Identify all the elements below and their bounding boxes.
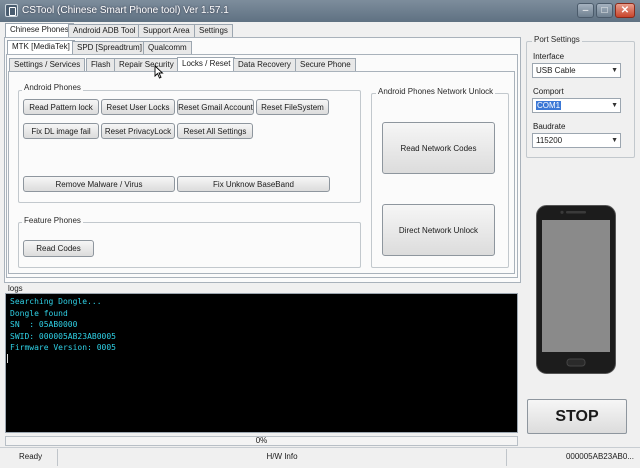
reset-user-locks-button[interactable]: Reset User Locks — [101, 99, 175, 115]
reset-privacylock-button[interactable]: Reset PrivacyLock — [101, 123, 175, 139]
comport-select[interactable]: COM1 ▼ — [532, 98, 621, 113]
mouse-cursor-icon — [154, 65, 164, 79]
interface-label: Interface — [533, 52, 565, 61]
tab-data-recovery[interactable]: Data Recovery — [233, 58, 296, 72]
chevron-down-icon: ▼ — [611, 137, 618, 144]
log-line: Searching Dongle... — [10, 297, 102, 306]
progress-bar: 0% — [5, 436, 518, 446]
read-pattern-lock-button[interactable]: Read Pattern lock — [23, 99, 99, 115]
progress-text: 0% — [255, 436, 268, 445]
log-line: SWID: 000005AB23AB0005 — [10, 331, 116, 341]
chevron-down-icon: ▼ — [611, 67, 618, 74]
logs-output[interactable]: Searching Dongle... Dongle found SN : 05… — [6, 294, 517, 432]
stop-button[interactable]: STOP — [527, 399, 627, 434]
tab-spd[interactable]: SPD [Spreadtrum] — [72, 41, 147, 55]
remove-malware-button[interactable]: Remove Malware / Virus — [23, 176, 175, 192]
logs-label: logs — [8, 284, 23, 293]
device-id-text: 000005AB23AB0... — [565, 452, 634, 461]
log-line: Dongle found — [10, 308, 68, 318]
maximize-button[interactable]: □ — [596, 3, 613, 18]
read-network-codes-button[interactable]: Read Network Codes — [382, 122, 495, 174]
fix-dl-image-fail-button[interactable]: Fix DL image fail — [23, 123, 99, 139]
baudrate-label: Baudrate — [533, 122, 566, 131]
comport-label: Comport — [533, 87, 564, 96]
tab-chinese-phones[interactable]: Chinese Phones — [5, 23, 74, 38]
interface-value: USB Cable — [536, 66, 576, 75]
title-bar: CSTool (Chinese Smart Phone tool) Ver 1.… — [0, 0, 640, 22]
tab-android-adb-tool[interactable]: Android ADB Tool — [68, 24, 141, 38]
log-line: Firmware Version: 0005 — [10, 343, 116, 352]
tab-settings-services[interactable]: Settings / Services — [9, 58, 86, 72]
android-phones-label: Android Phones — [22, 83, 83, 92]
tab-repair-security[interactable]: Repair Security — [114, 58, 179, 72]
tab-mtk[interactable]: MTK [MediaTek] — [7, 40, 75, 55]
close-button[interactable]: ✕ — [615, 3, 635, 18]
direct-network-unlock-button[interactable]: Direct Network Unlock — [382, 204, 495, 256]
comport-value: COM1 — [536, 101, 562, 110]
interface-select[interactable]: USB Cable ▼ — [532, 63, 621, 78]
port-settings-label: Port Settings — [532, 35, 582, 44]
baudrate-select[interactable]: 115200 ▼ — [532, 133, 621, 148]
baudrate-value: 115200 — [536, 136, 563, 145]
minimize-button[interactable]: – — [577, 3, 594, 18]
log-line: SN : 05AB0000 — [10, 320, 78, 329]
text-cursor — [7, 354, 8, 363]
feature-phones-label: Feature Phones — [22, 216, 83, 225]
app-phone-icon — [5, 4, 18, 17]
tab-locks-reset[interactable]: Locks / Reset — [177, 57, 236, 72]
phone-image-icon — [536, 205, 616, 374]
chevron-down-icon: ▼ — [611, 102, 618, 109]
tab-flash[interactable]: Flash — [86, 58, 116, 72]
tab-qualcomm[interactable]: Qualcomm — [143, 41, 192, 55]
network-unlock-label: Android Phones Network Unlock — [376, 87, 496, 96]
reset-gmail-account-button[interactable]: Reset Gmail Account — [177, 99, 254, 115]
reset-filesystem-button[interactable]: Reset FileSystem — [256, 99, 329, 115]
status-divider — [506, 449, 507, 466]
read-codes-button[interactable]: Read Codes — [23, 240, 94, 257]
window-title: CSTool (Chinese Smart Phone tool) Ver 1.… — [22, 5, 229, 16]
hw-info-text: H/W Info — [266, 452, 298, 461]
tab-secure-phone[interactable]: Secure Phone — [295, 58, 356, 72]
fix-unknown-baseband-button[interactable]: Fix Unknow BaseBand — [177, 176, 330, 192]
logs-frame: Searching Dongle... Dongle found SN : 05… — [5, 293, 518, 433]
tab-settings[interactable]: Settings — [194, 24, 233, 38]
reset-all-settings-button[interactable]: Reset All Settings — [177, 123, 253, 139]
tab-support-area[interactable]: Support Area — [138, 24, 195, 38]
status-text: Ready — [19, 452, 43, 461]
